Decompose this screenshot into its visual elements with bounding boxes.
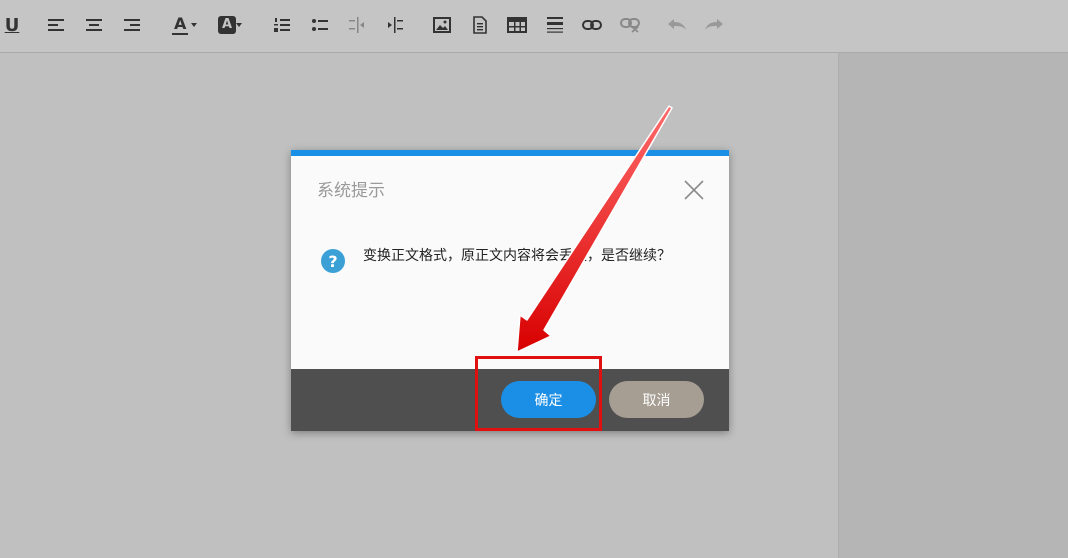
highlight-box <box>475 356 602 431</box>
dialog-message: 变换正文格式，原正文内容将会丢失，是否继续？ <box>363 248 671 264</box>
align-left-icon <box>48 19 64 31</box>
unlink-button[interactable] <box>618 13 642 37</box>
question-icon: ? <box>321 249 345 273</box>
image-icon <box>433 17 451 33</box>
redo-icon <box>705 19 723 30</box>
insert-link-button[interactable] <box>580 13 604 37</box>
editor-toolbar: U A A <box>0 0 1068 53</box>
indent-icon <box>388 17 403 33</box>
underline-button[interactable]: U <box>0 13 24 37</box>
table-icon <box>507 17 527 33</box>
ordered-list-button[interactable] <box>270 13 294 37</box>
right-side-panel <box>838 53 1068 558</box>
outdent-button[interactable] <box>345 13 369 37</box>
align-left-button[interactable] <box>44 13 68 37</box>
undo-icon <box>668 19 686 30</box>
ordered-list-icon <box>274 18 290 32</box>
highlight-color-button[interactable]: A <box>214 13 246 37</box>
outdent-icon <box>349 17 364 33</box>
unordered-list-button[interactable] <box>308 13 332 37</box>
insert-image-button[interactable] <box>430 13 454 37</box>
chevron-down-icon <box>236 23 242 27</box>
align-center-button[interactable] <box>82 13 106 37</box>
highlight-color-icon: A <box>218 16 236 34</box>
font-color-icon: A <box>172 14 188 35</box>
dialog-title: 系统提示 <box>317 181 385 201</box>
align-right-button[interactable] <box>120 13 144 37</box>
underline-icon: U <box>4 14 20 36</box>
link-icon <box>582 20 602 30</box>
align-right-icon <box>124 19 140 31</box>
insert-file-button[interactable] <box>468 13 492 37</box>
chevron-down-icon <box>191 23 197 27</box>
file-icon <box>473 16 487 34</box>
dialog-close-button[interactable] <box>683 179 705 201</box>
cancel-button[interactable]: 取消 <box>609 381 704 418</box>
undo-button[interactable] <box>665 13 689 37</box>
indent-button[interactable] <box>383 13 407 37</box>
horizontal-rule-icon <box>547 17 563 33</box>
align-center-icon <box>86 19 102 31</box>
close-icon <box>684 180 704 200</box>
horizontal-rule-button[interactable] <box>543 13 567 37</box>
unordered-list-icon <box>312 19 328 31</box>
unlink-icon <box>620 18 640 33</box>
dialog-accent-bar <box>291 150 729 156</box>
font-color-button[interactable]: A <box>168 13 200 37</box>
redo-button[interactable] <box>702 13 726 37</box>
insert-table-button[interactable] <box>505 13 529 37</box>
